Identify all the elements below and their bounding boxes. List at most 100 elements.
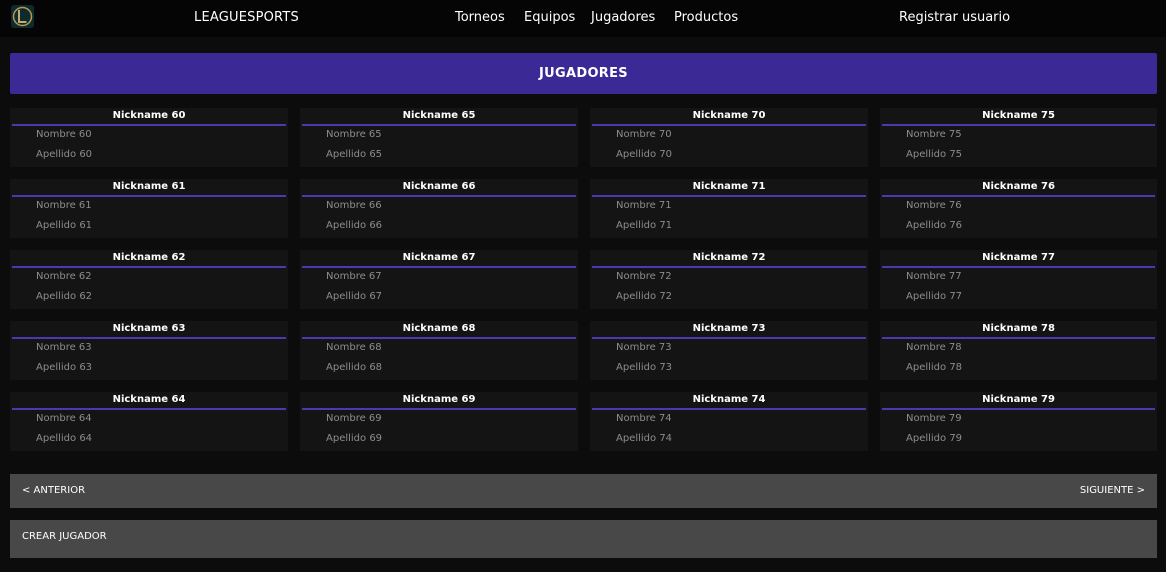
player-apellido: Apellido 79 [906,433,963,444]
player-card[interactable]: Nickname 75 Nombre 75 Apellido 75 [880,108,1157,167]
player-nombre: Nombre 67 [326,271,382,282]
player-apellido: Apellido 62 [36,291,93,302]
pagination-bar: < ANTERIOR SIGUIENTE > [10,474,1157,508]
player-nickname: Nickname 61 [112,181,186,192]
player-apellido: Apellido 64 [36,433,93,444]
player-nickname: Nickname 63 [112,323,186,334]
brand-name[interactable]: LEAGUESPORTS [194,10,299,25]
player-card[interactable]: Nickname 60 Nombre 60 Apellido 60 [10,108,288,167]
player-apellido: Apellido 73 [616,362,673,373]
player-nickname: Nickname 74 [692,394,766,405]
player-card[interactable]: Nickname 78 Nombre 78 Apellido 78 [880,321,1157,380]
next-page-button[interactable]: SIGUIENTE > [1080,485,1145,496]
player-card[interactable]: Nickname 65 Nombre 65 Apellido 65 [300,108,578,167]
card-divider [592,195,866,197]
player-nombre: Nombre 68 [326,342,382,353]
register-user-link[interactable]: Registrar usuario [899,10,1010,25]
player-apellido: Apellido 74 [616,433,673,444]
player-nickname: Nickname 69 [402,394,476,405]
player-card[interactable]: Nickname 67 Nombre 67 Apellido 67 [300,250,578,309]
nav-link-equipos[interactable]: Equipos [524,10,575,25]
top-navbar: LEAGUESPORTS Torneos Equipos Jugadores P… [0,0,1166,37]
player-nickname: Nickname 75 [982,110,1055,121]
player-apellido: Apellido 69 [326,433,383,444]
player-nombre: Nombre 76 [906,200,962,211]
player-apellido: Apellido 61 [36,220,93,231]
player-card[interactable]: Nickname 66 Nombre 66 Apellido 66 [300,179,578,238]
card-divider [12,266,286,268]
create-player-bar[interactable]: CREAR JUGADOR [10,520,1157,558]
player-nombre: Nombre 72 [616,271,672,282]
player-card[interactable]: Nickname 70 Nombre 70 Apellido 70 [590,108,868,167]
player-apellido: Apellido 78 [906,362,963,373]
player-card[interactable]: Nickname 62 Nombre 62 Apellido 62 [10,250,288,309]
card-divider [302,124,576,126]
player-apellido: Apellido 76 [906,220,963,231]
player-nombre: Nombre 78 [906,342,962,353]
player-apellido: Apellido 65 [326,149,383,160]
previous-page-button[interactable]: < ANTERIOR [22,485,85,496]
player-card[interactable]: Nickname 69 Nombre 69 Apellido 69 [300,392,578,451]
player-nickname: Nickname 62 [112,252,186,263]
player-card[interactable]: Nickname 68 Nombre 68 Apellido 68 [300,321,578,380]
player-apellido: Apellido 71 [616,220,673,231]
nav-link-jugadores[interactable]: Jugadores [591,10,655,25]
card-divider [12,408,286,410]
player-nombre: Nombre 62 [36,271,92,282]
player-grid: Nickname 60 Nombre 60 Apellido 60 Nickname … [10,108,1157,451]
player-nickname: Nickname 65 [402,110,476,121]
player-nombre: Nombre 65 [326,129,382,140]
create-player-button[interactable]: CREAR JUGADOR [22,531,107,542]
card-divider [302,408,576,410]
player-nickname: Nickname 79 [982,394,1055,405]
player-card[interactable]: Nickname 61 Nombre 61 Apellido 61 [10,179,288,238]
player-apellido: Apellido 75 [906,149,963,160]
card-divider [592,124,866,126]
card-divider [302,266,576,268]
player-nombre: Nombre 66 [326,200,382,211]
player-apellido: Apellido 63 [36,362,93,373]
card-divider [302,337,576,339]
player-nickname: Nickname 71 [692,181,766,192]
league-logo-icon[interactable] [11,5,34,28]
player-nickname: Nickname 73 [692,323,766,334]
nav-link-productos[interactable]: Productos [674,10,738,25]
card-divider [592,408,866,410]
card-divider [12,195,286,197]
player-apellido: Apellido 66 [326,220,383,231]
player-nombre: Nombre 64 [36,413,92,424]
player-card[interactable]: Nickname 76 Nombre 76 Apellido 76 [880,179,1157,238]
player-card[interactable]: Nickname 77 Nombre 77 Apellido 77 [880,250,1157,309]
player-nombre: Nombre 75 [906,129,962,140]
player-card[interactable]: Nickname 72 Nombre 72 Apellido 72 [590,250,868,309]
player-card[interactable]: Nickname 73 Nombre 73 Apellido 73 [590,321,868,380]
player-nombre: Nombre 61 [36,200,92,211]
card-divider [592,266,866,268]
player-nickname: Nickname 64 [112,394,186,405]
player-apellido: Apellido 68 [326,362,383,373]
player-nickname: Nickname 78 [982,323,1055,334]
page-title: JUGADORES [10,53,1157,94]
nav-link-torneos[interactable]: Torneos [455,10,505,25]
player-nombre: Nombre 73 [616,342,672,353]
player-nickname: Nickname 66 [402,181,476,192]
player-card[interactable]: Nickname 71 Nombre 71 Apellido 71 [590,179,868,238]
player-card[interactable]: Nickname 64 Nombre 64 Apellido 64 [10,392,288,451]
card-divider [882,124,1155,126]
player-nickname: Nickname 72 [692,252,766,263]
player-nickname: Nickname 60 [112,110,186,121]
player-apellido: Apellido 72 [616,291,673,302]
player-card[interactable]: Nickname 74 Nombre 74 Apellido 74 [590,392,868,451]
player-nombre: Nombre 70 [616,129,672,140]
player-nombre: Nombre 60 [36,129,92,140]
card-divider [12,337,286,339]
player-nickname: Nickname 76 [982,181,1055,192]
player-nombre: Nombre 69 [326,413,382,424]
player-nickname: Nickname 67 [402,252,476,263]
player-card[interactable]: Nickname 79 Nombre 79 Apellido 79 [880,392,1157,451]
player-nombre: Nombre 63 [36,342,92,353]
card-divider [302,195,576,197]
player-card[interactable]: Nickname 63 Nombre 63 Apellido 63 [10,321,288,380]
card-divider [592,337,866,339]
player-nickname: Nickname 68 [402,323,476,334]
